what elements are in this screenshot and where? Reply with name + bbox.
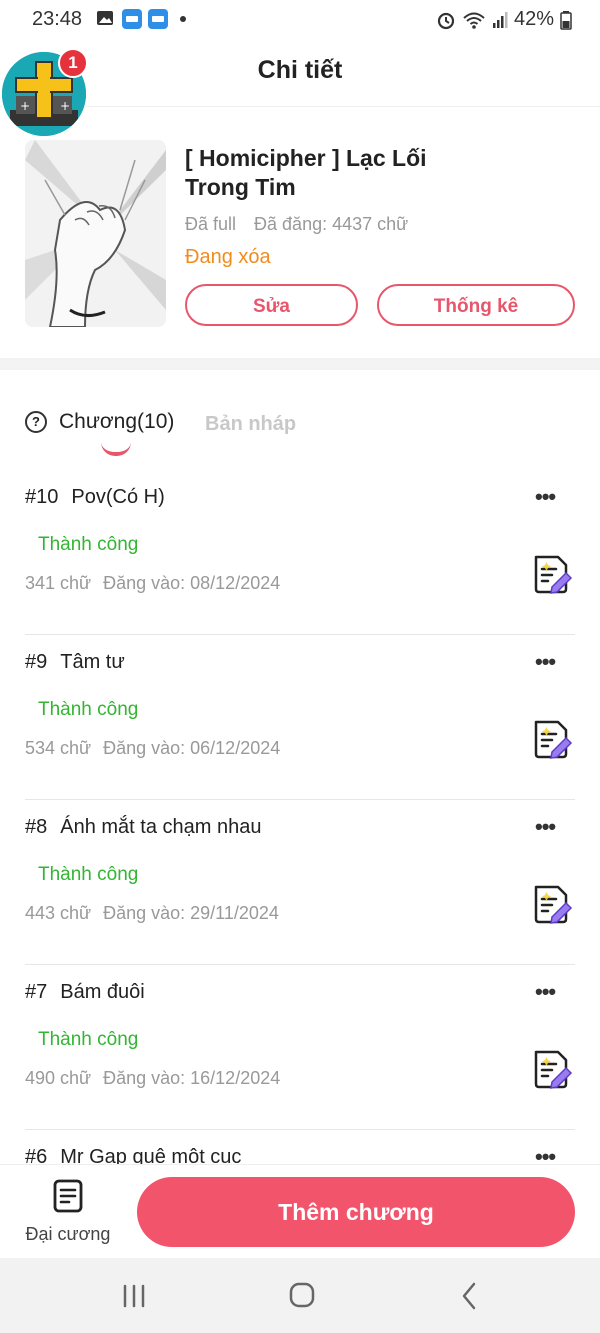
alarm-icon [437, 12, 455, 29]
chapter-number: #10 [25, 486, 59, 508]
cover-artwork [25, 140, 166, 327]
noveltoon-icon [148, 9, 168, 29]
section-divider [0, 358, 600, 370]
edit-chapter-icon[interactable] [530, 718, 574, 762]
chapter-item[interactable]: #6 Mr Gap quê một cục ••• [0, 1130, 600, 1164]
more-options-icon[interactable]: ••• [535, 814, 556, 840]
chapter-info: 443 chữ Đăng vào: 29/11/2024 [25, 903, 279, 924]
outline-button[interactable]: Đại cương [20, 1179, 116, 1245]
home-icon[interactable] [282, 1278, 322, 1314]
more-options-icon[interactable]: ••• [535, 1144, 556, 1164]
chapter-status: Thành công [38, 864, 139, 885]
more-options-icon[interactable]: ••• [535, 979, 556, 1005]
tab-chapters[interactable]: ? Chương(10) [25, 410, 174, 434]
page-title: Chi tiết [257, 56, 343, 84]
status-time: 23:48 [32, 8, 83, 30]
chapter-title: #8 Ánh mắt ta chạm nhau [25, 816, 261, 839]
add-chapter-button[interactable]: Thêm chương [137, 1177, 575, 1247]
help-icon[interactable]: ? [25, 411, 47, 433]
noveltoon-icon [122, 9, 142, 29]
chapter-item[interactable]: #10 Pov(Có H) ••• Thành công 341 chữ Đăng … [0, 470, 600, 635]
outline-label: Đại cương [25, 1224, 111, 1244]
chapter-item[interactable]: #8 Ánh mắt ta chạm nhau ••• Thành công 44… [0, 800, 600, 965]
chapter-number: #6 [25, 1146, 48, 1164]
chapter-tabs: ? Chương(10) Bản nháp [25, 410, 585, 456]
header: Chi tiết [0, 38, 600, 107]
book-state: Đang xóa [185, 246, 271, 268]
tab-chapters-label: Chương(10) [59, 410, 175, 433]
statistics-button[interactable]: Thống kê [377, 284, 575, 326]
chapter-title: #7 Bám đuôi [25, 981, 145, 1004]
notification-badge: 1 [58, 48, 88, 78]
chapter-item[interactable]: #7 Bám đuôi ••• Thành công 490 chữ Đăng và… [0, 965, 600, 1130]
chapter-status: Thành công [38, 534, 139, 555]
chapter-number: #8 [25, 816, 48, 838]
chapter-number: #9 [25, 651, 48, 673]
chapter-words: 341 chữ [25, 573, 92, 593]
dot-icon [180, 16, 186, 22]
recent-apps-icon[interactable] [114, 1278, 154, 1314]
svg-text:+: + [20, 99, 30, 113]
book-title: [ Homicipher ] Lạc Lối Trong Tim [185, 145, 427, 200]
book-meta: Đã full Đã đăng: 4437 chữ [185, 214, 408, 235]
chapter-words: 490 chữ [25, 1068, 92, 1088]
chapter-published: Đăng vào: 06/12/2024 [103, 738, 281, 758]
chapter-list[interactable]: #10 Pov(Có H) ••• Thành công 341 chữ Đăng … [0, 470, 600, 1164]
status-bar: 23:48 42% [0, 0, 600, 38]
more-options-icon[interactable]: ••• [535, 484, 556, 510]
system-navigation-bar [0, 1258, 600, 1333]
edit-chapter-icon[interactable] [530, 883, 574, 927]
book-word-count: Đã đăng: 4437 chữ [254, 214, 409, 234]
tab-drafts[interactable]: Bản nháp [205, 413, 296, 436]
chapter-name: Tâm tư [60, 651, 125, 673]
status-right: 42% [436, 8, 572, 31]
chapter-name: Bám đuôi [60, 981, 145, 1003]
edit-book-button[interactable]: Sửa [185, 284, 358, 326]
back-icon[interactable] [450, 1278, 490, 1314]
signal-icon [492, 11, 508, 28]
svg-text:+: + [60, 99, 70, 113]
chapter-published: Đăng vào: 08/12/2024 [103, 573, 281, 593]
book-cover[interactable] [25, 140, 166, 327]
chapter-published: Đăng vào: 16/12/2024 [103, 1068, 281, 1088]
chapter-title: #6 Mr Gap quê một cục [25, 1146, 241, 1164]
chapter-info: 534 chữ Đăng vào: 06/12/2024 [25, 738, 280, 759]
battery-icon [560, 10, 572, 30]
chapter-info: 490 chữ Đăng vào: 16/12/2024 [25, 1068, 280, 1089]
chapter-words: 534 chữ [25, 738, 92, 758]
chapter-title: #9 Tâm tư [25, 651, 125, 674]
wifi-icon [463, 12, 485, 29]
chapter-status: Thành công [38, 1029, 139, 1050]
chapter-published: Đăng vào: 29/11/2024 [103, 903, 279, 923]
chapter-info: 341 chữ Đăng vào: 08/12/2024 [25, 573, 280, 594]
chapter-title: #10 Pov(Có H) [25, 486, 165, 509]
bottom-action-bar: Đại cương Thêm chương [0, 1164, 600, 1259]
floating-avatar[interactable]: + + 1 [0, 48, 90, 140]
edit-chapter-icon[interactable] [530, 553, 574, 597]
document-icon [53, 1179, 83, 1213]
chapter-status: Thành công [38, 699, 139, 720]
edit-chapter-icon[interactable] [530, 1048, 574, 1092]
chapter-item[interactable]: #9 Tâm tư ••• Thành công 534 chữ Đăng vào:… [0, 635, 600, 800]
active-tab-indicator [101, 442, 131, 456]
book-status: Đã full [185, 214, 237, 234]
image-icon [97, 11, 113, 25]
chapter-number: #7 [25, 981, 48, 1003]
chapter-name: Pov(Có H) [71, 486, 165, 508]
battery-percent: 42% [513, 8, 554, 30]
more-options-icon[interactable]: ••• [535, 649, 556, 675]
chapter-name: Mr Gap quê một cục [60, 1146, 242, 1164]
chapter-words: 443 chữ [25, 903, 92, 923]
chapter-name: Ánh mắt ta chạm nhau [60, 816, 262, 838]
